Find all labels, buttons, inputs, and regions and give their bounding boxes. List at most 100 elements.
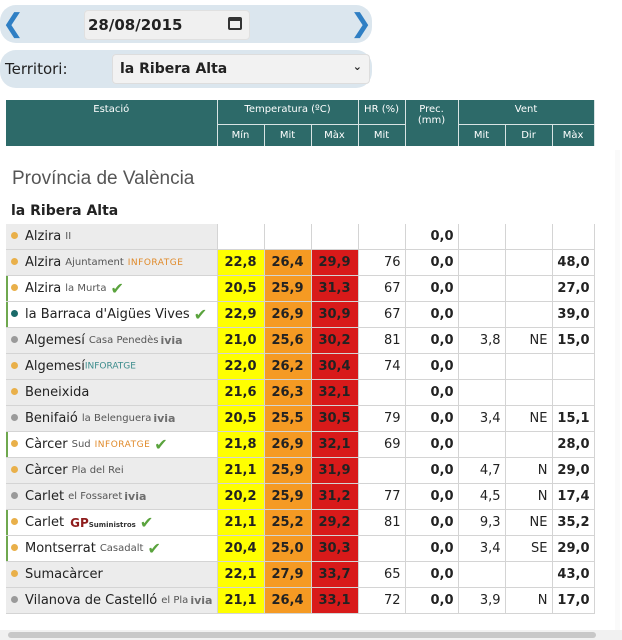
wind-max-cell: 43,0: [552, 561, 595, 588]
checkmark-icon: ✔: [193, 305, 208, 324]
humidity-cell: 65: [358, 561, 406, 588]
station-cell[interactable]: Alzira Ajuntament INFORATGE: [6, 249, 218, 276]
station-name[interactable]: Montserrat: [25, 541, 96, 556]
station-name[interactable]: Alzira: [25, 229, 61, 244]
table-row[interactable]: Carlet el Fossaret ivia 20,2 25,9 31,2 77 0,0 4,…: [6, 483, 595, 510]
wind-max-cell: [552, 379, 595, 406]
temp-min-cell: 22,1: [217, 561, 265, 588]
station-cell[interactable]: Vilanova de Castelló el Pla ivia: [6, 587, 218, 614]
station-cell[interactable]: Algemesí Casa Penedès ivia: [6, 327, 218, 354]
table-row[interactable]: la Barraca d'Aigües Vives ✔ 22,9 26,9 30,9 67…: [6, 301, 595, 328]
header-prec[interactable]: Prec. (mm): [405, 100, 459, 146]
station-name[interactable]: Algemesí: [25, 359, 85, 374]
temp-max-cell: 30,9: [311, 301, 359, 328]
status-dot-icon: [11, 466, 18, 473]
previous-day-arrow-icon[interactable]: ❮: [2, 9, 24, 39]
header-wind-dir[interactable]: Dir: [505, 124, 553, 146]
station-name[interactable]: Carlet: [25, 515, 64, 530]
precipitation-cell: 0,0: [405, 509, 459, 536]
station-cell[interactable]: Montserrat Casadalt ✔: [6, 535, 218, 562]
humidity-cell: [358, 379, 406, 406]
header-station[interactable]: Estació: [6, 100, 218, 146]
header-temp-max[interactable]: Màx: [311, 124, 359, 146]
wind-max-cell: 28,0: [552, 431, 595, 458]
territory-selector: Territori: la Ribera Alta ⌄: [0, 50, 372, 88]
header-temp-min[interactable]: Mín: [217, 124, 265, 146]
wind-dir-cell: [505, 249, 553, 276]
station-cell[interactable]: Benifaió la Belenguera ivia: [6, 405, 218, 432]
header-wind-max[interactable]: Màx: [552, 124, 595, 146]
header-temperature[interactable]: Temperatura (ºC): [217, 100, 359, 125]
table-row[interactable]: Beneixida 21,6 26,3 32,1 0,0: [6, 379, 595, 406]
table-row[interactable]: Montserrat Casadalt ✔ 20,4 25,0 30,3 0,0 3,4 SE 2…: [6, 535, 595, 562]
horizontal-scrollbar-thumb[interactable]: [8, 632, 596, 638]
station-cell[interactable]: Carlet GPSuministros ✔: [6, 509, 218, 536]
header-wind[interactable]: Vent: [458, 100, 595, 125]
station-cell[interactable]: Alzira la Murta ✔: [6, 275, 218, 302]
station-name[interactable]: Algemesí: [25, 333, 85, 348]
station-name[interactable]: la Barraca d'Aigües Vives: [25, 307, 190, 322]
station-sublocation: la Murta: [65, 283, 107, 294]
vertical-scrollbar[interactable]: [615, 150, 620, 630]
precipitation-cell: 0,0: [405, 301, 459, 328]
station-cell[interactable]: Alzira II: [6, 224, 218, 250]
temp-min-cell: 20,2: [217, 483, 265, 510]
next-day-arrow-icon[interactable]: ❯: [350, 9, 372, 39]
station-cell[interactable]: Sumacàrcer: [6, 561, 218, 588]
station-name[interactable]: Sumacàrcer: [25, 567, 103, 582]
status-dot-icon: [11, 388, 18, 395]
station-name[interactable]: Càrcer: [25, 437, 68, 452]
wind-mit-cell: [458, 249, 506, 276]
table-row[interactable]: AlgemesíINFORATGE 22,0 26,2 30,4 74 0,0: [6, 353, 595, 380]
territory-select[interactable]: la Ribera Alta ⌄: [112, 54, 370, 84]
station-cell[interactable]: Càrcer Sud INFORATGE ✔: [6, 431, 218, 458]
wind-dir-cell: [505, 561, 553, 588]
table-row[interactable]: Alzira la Murta ✔ 20,5 25,9 31,3 67 0,0 27,0: [6, 275, 595, 302]
station-name[interactable]: Benifaió: [25, 411, 78, 426]
station-cell[interactable]: Càrcer Pla del Rei: [6, 457, 218, 484]
header-temp-mit[interactable]: Mit: [264, 124, 312, 146]
wind-max-cell: [552, 353, 595, 380]
precipitation-cell: 0,0: [405, 327, 459, 354]
table-row[interactable]: Sumacàrcer 22,1 27,9 33,7 65 0,0 43,0: [6, 561, 595, 588]
station-name[interactable]: Carlet: [25, 489, 64, 504]
table-row[interactable]: Carlet GPSuministros ✔ 21,1 25,2 29,2 81 0,0 9,3…: [6, 509, 595, 536]
header-wind-mit[interactable]: Mit: [458, 124, 506, 146]
date-input[interactable]: 28/08/2015: [84, 10, 250, 40]
wind-dir-cell: SE: [505, 535, 553, 562]
wind-dir-cell: [505, 275, 553, 302]
station-cell[interactable]: Carlet el Fossaret ivia: [6, 483, 218, 510]
wind-max-cell: 48,0: [552, 249, 595, 276]
humidity-cell: 81: [358, 327, 406, 354]
wind-dir-cell: [505, 431, 553, 458]
table-row[interactable]: Alzira II 0,0: [6, 224, 595, 250]
station-name[interactable]: Alzira: [25, 281, 61, 296]
header-hr-mit[interactable]: Mit: [358, 124, 406, 146]
table-row[interactable]: Alzira Ajuntament INFORATGE 22,8 26,4 29,9 76 0…: [6, 249, 595, 276]
temp-mit-cell: 26,4: [264, 587, 312, 614]
temp-min-cell: 22,8: [217, 249, 265, 276]
station-name[interactable]: Alzira: [25, 255, 61, 270]
wind-max-cell: 15,0: [552, 327, 595, 354]
stations-table: Alzira II 0,0 Alzira Ajuntament INFORATGE 22,8…: [6, 224, 595, 614]
station-cell[interactable]: AlgemesíINFORATGE: [6, 353, 218, 380]
precipitation-cell: 0,0: [405, 275, 459, 302]
precipitation-cell: 0,0: [405, 561, 459, 588]
station-name[interactable]: Càrcer: [25, 463, 68, 478]
table-row[interactable]: Càrcer Sud INFORATGE ✔ 21,8 26,9 32,1 69 0,0 28,0: [6, 431, 595, 458]
temp-min-cell: 22,0: [217, 353, 265, 380]
table-row[interactable]: Càrcer Pla del Rei 21,1 25,9 31,9 0,0 4,7 N 29,0: [6, 457, 595, 484]
station-name[interactable]: Vilanova de Castelló: [25, 593, 157, 608]
station-sublocation: Ajuntament: [65, 257, 124, 268]
station-sublocation: Pla del Rei: [71, 465, 124, 476]
status-dot-icon: [11, 362, 18, 369]
station-cell[interactable]: Beneixida: [6, 379, 218, 406]
header-hr[interactable]: HR (%): [358, 100, 406, 125]
table-row[interactable]: Benifaió la Belenguera ivia 20,5 25,5 30,5 79 0…: [6, 405, 595, 432]
table-row[interactable]: Vilanova de Castelló el Pla ivia 21,1 26,4 33…: [6, 587, 595, 614]
calendar-icon[interactable]: [228, 17, 242, 30]
table-row[interactable]: Algemesí Casa Penedès ivia 21,0 25,6 30,2 81 0,…: [6, 327, 595, 354]
station-name[interactable]: Beneixida: [25, 385, 89, 400]
humidity-cell: [358, 457, 406, 484]
station-cell[interactable]: la Barraca d'Aigües Vives ✔: [6, 301, 218, 328]
